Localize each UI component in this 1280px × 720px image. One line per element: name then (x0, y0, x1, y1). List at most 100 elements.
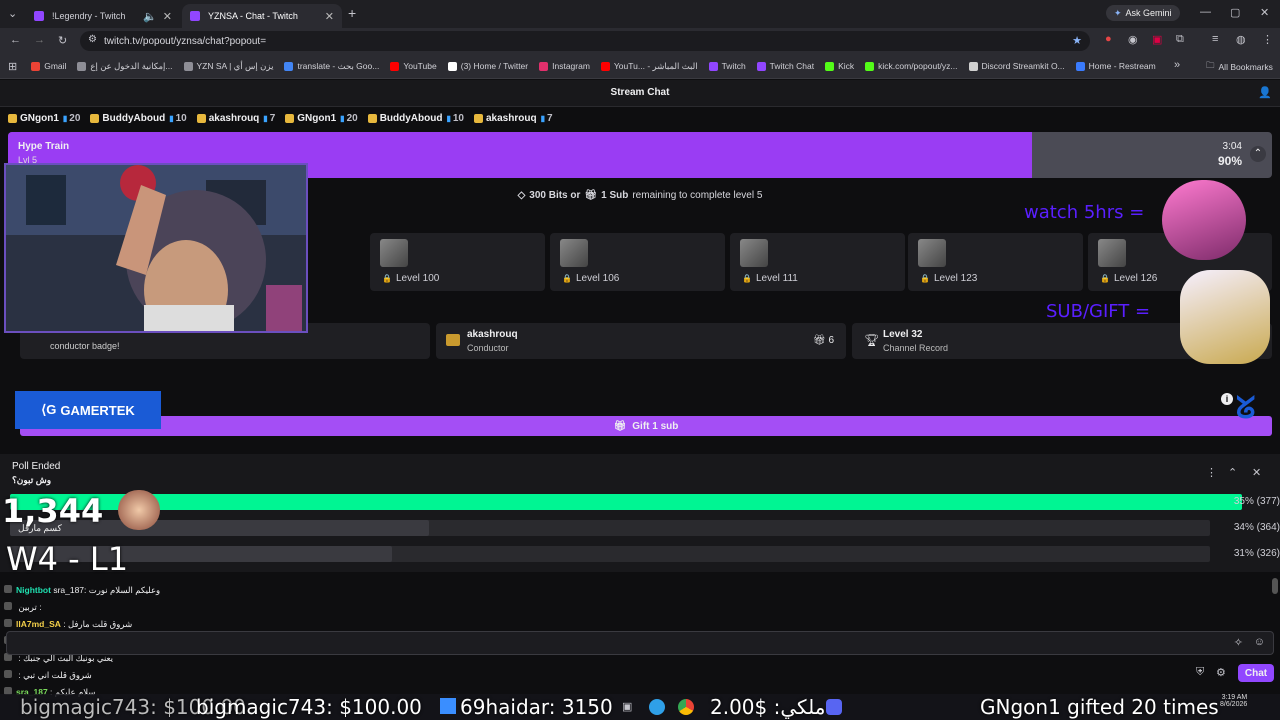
bookmark-item[interactable]: YouTube (390, 61, 437, 72)
gifter-entry[interactable]: GNgon120 (8, 113, 80, 124)
gifter-entry[interactable]: akashrouq7 (196, 113, 276, 124)
site-info-icon[interactable]: ⚙ (88, 34, 97, 45)
windows-start-icon[interactable] (440, 698, 456, 714)
bookmark-list: Gmail إمكانية الدخول عن إع... YZN SA | يزن… (31, 61, 1167, 72)
address-bar[interactable]: ⚙ twitch.tv/popout/yznsa/chat?popout= ★ (80, 31, 1090, 51)
chat-scrollbar[interactable] (1272, 578, 1278, 594)
close-tab-icon[interactable]: ✕ (163, 10, 172, 23)
chat-message[interactable]: llA7md_SA : شروق قلت مارفل (4, 619, 132, 630)
gifter-count: 7 (263, 113, 276, 124)
poll-more-icon[interactable]: ⋮ (1206, 466, 1217, 479)
back-icon[interactable]: ← (10, 34, 21, 46)
more-menu-icon[interactable]: ⋮ (1262, 33, 1273, 46)
level-reward-card[interactable]: Level 106 (550, 233, 725, 291)
level-reward-card[interactable]: Level 111 (730, 233, 905, 291)
settings-gear-icon[interactable]: ⚙ (1216, 666, 1226, 679)
bookmark-item[interactable]: إمكانية الدخول عن إع... (77, 61, 173, 72)
gift-badge-icon (473, 113, 483, 123)
info-icon[interactable]: i (1221, 393, 1233, 405)
chat-text: : شروق قلت اني تبي (18, 670, 92, 680)
new-tab-icon[interactable]: + (348, 5, 356, 21)
bookmark-item[interactable]: Kick (825, 61, 854, 72)
tab-list-chevron-icon[interactable]: ⌄ (8, 7, 17, 20)
extension-icon[interactable]: ▣ (1152, 33, 1162, 46)
poll-collapse-icon[interactable]: ⌃ (1228, 466, 1237, 479)
close-window-icon[interactable]: ✕ (1260, 6, 1269, 19)
train-icon (446, 334, 460, 346)
bookmark-item[interactable]: (3) Home / Twitter (447, 61, 528, 72)
remaining-sub: 1 Sub (601, 189, 629, 201)
bookmark-item[interactable]: Instagram (539, 61, 590, 72)
maximize-icon[interactable]: ▢ (1230, 6, 1240, 19)
gifter-entry[interactable]: BuddyAboud10 (90, 113, 187, 124)
chat-input-field[interactable]: ✧ ☺ (6, 631, 1274, 655)
bookmark-item[interactable]: Twitch Chat (756, 61, 814, 72)
chat-send-button[interactable]: Chat (1238, 664, 1274, 682)
trophy-icon: 🏆︎ (864, 333, 880, 347)
extension-icon[interactable]: ◉ (1128, 33, 1138, 46)
shield-mod-icon[interactable]: ⛨ (1196, 666, 1204, 679)
bookmark-item[interactable]: Gmail (31, 61, 66, 72)
bookmark-item[interactable]: Home - Restream (1075, 61, 1156, 72)
level-label: Level 111 (742, 273, 798, 284)
edge-icon[interactable] (649, 699, 665, 715)
speaker-icon[interactable]: 🔈 (143, 10, 157, 23)
chat-message[interactable]: : شروق قلت اني تبي (4, 670, 92, 681)
reload-icon[interactable]: ↻ (58, 34, 67, 47)
bookmark-item[interactable]: Twitch (708, 61, 746, 72)
bookmark-label: YZN SA | يزن إس أي (196, 60, 274, 71)
emoji-icon[interactable]: ☺ (1254, 636, 1265, 648)
remaining-label: remaining to complete level 5 (632, 189, 763, 201)
chat-message[interactable]: Nightbot sra_187: وعليكم السلام نورت (4, 585, 160, 596)
bookmark-favicon-icon (708, 61, 718, 71)
poll-close-icon[interactable]: ✕ (1252, 466, 1261, 479)
gift-badge-icon (367, 113, 377, 123)
stream-ticker-taskbar: bigmagic743: $100.00 bigmagic743: $100.0… (0, 694, 1280, 720)
collapse-chevron-up-icon[interactable]: ⌃ (1250, 146, 1266, 162)
bookmark-favicon-icon (390, 61, 400, 71)
chat-username[interactable]: Nightbot (16, 585, 51, 595)
record-level: Level 32 (883, 329, 923, 340)
chat-text: : شروق قلت مارفل (63, 619, 133, 629)
chrome-icon[interactable] (678, 699, 694, 715)
gifter-name: akashrouq (485, 112, 537, 124)
extensions-puzzle-icon[interactable]: ⧉ (1176, 33, 1184, 46)
tab-yznsa-chat[interactable]: YZNSA - Chat - Twitch ✕ (182, 4, 342, 28)
gift-sub-button[interactable]: 🎁︎ Gift 1 sub (20, 416, 1272, 436)
poll-panel: Poll Ended وش تبون؟ ⋮ ⌃ ✕ 35% (377) كسم م… (0, 454, 1280, 572)
gifter-entry[interactable]: BuddyAboud10 (367, 113, 464, 124)
level-reward-card[interactable]: Level 123 (908, 233, 1083, 291)
gifter-entry[interactable]: akashrouq7 (473, 112, 553, 124)
reading-list-icon[interactable]: ≡ (1212, 33, 1218, 45)
profile-avatar-icon[interactable]: ◍ (1236, 33, 1246, 46)
bookmark-item[interactable]: translate - بحث Goo... (284, 61, 379, 72)
community-users-icon[interactable]: 👤 (1258, 86, 1272, 99)
bookmark-item[interactable]: kick.com/popout/yz... (865, 61, 958, 72)
gifter-count: 10 (169, 113, 187, 124)
chat-username[interactable]: llA7md_SA (16, 619, 61, 629)
close-tab-icon[interactable]: ✕ (325, 10, 334, 23)
bookmark-item[interactable]: YouTu... - البث المباشر (600, 61, 698, 72)
gifter-entry[interactable]: GNgon120 (285, 113, 358, 124)
more-bookmarks-icon[interactable]: » (1174, 59, 1180, 71)
extension-icon[interactable]: ● (1105, 33, 1112, 45)
forward-icon[interactable]: → (34, 34, 45, 46)
minimize-icon[interactable]: — (1200, 6, 1211, 18)
conductor-name: akashrouq (467, 329, 518, 340)
level-reward-card[interactable]: Level 100 (370, 233, 545, 291)
emote-picker-icon[interactable]: ✧ (1234, 636, 1243, 649)
bookmark-favicon-icon (600, 61, 610, 71)
ask-gemini-button[interactable]: ✦ Ask Gemini (1106, 5, 1180, 21)
bookmark-star-icon[interactable]: ★ (1072, 34, 1082, 47)
all-bookmarks-folder[interactable]: 🗀 All Bookmarks (1206, 60, 1273, 74)
chat-message[interactable]: تربين : (4, 602, 42, 613)
chat-text: تربين : (18, 602, 42, 612)
bookmark-item[interactable]: Discord Streamkit O... (968, 61, 1065, 72)
bookmark-item[interactable]: YZN SA | يزن إس أي (183, 60, 274, 72)
taskview-icon[interactable]: ▣ (622, 700, 632, 713)
gamertek-g-icon: ⟨G (41, 402, 57, 417)
discord-icon[interactable] (826, 699, 842, 715)
apps-grid-icon[interactable]: ⊞ (8, 60, 17, 73)
tab-legendry[interactable]: !Legendry - Twitch 🔈 ✕ (26, 4, 180, 28)
hype-train-timer: 3:04 (1222, 141, 1242, 152)
